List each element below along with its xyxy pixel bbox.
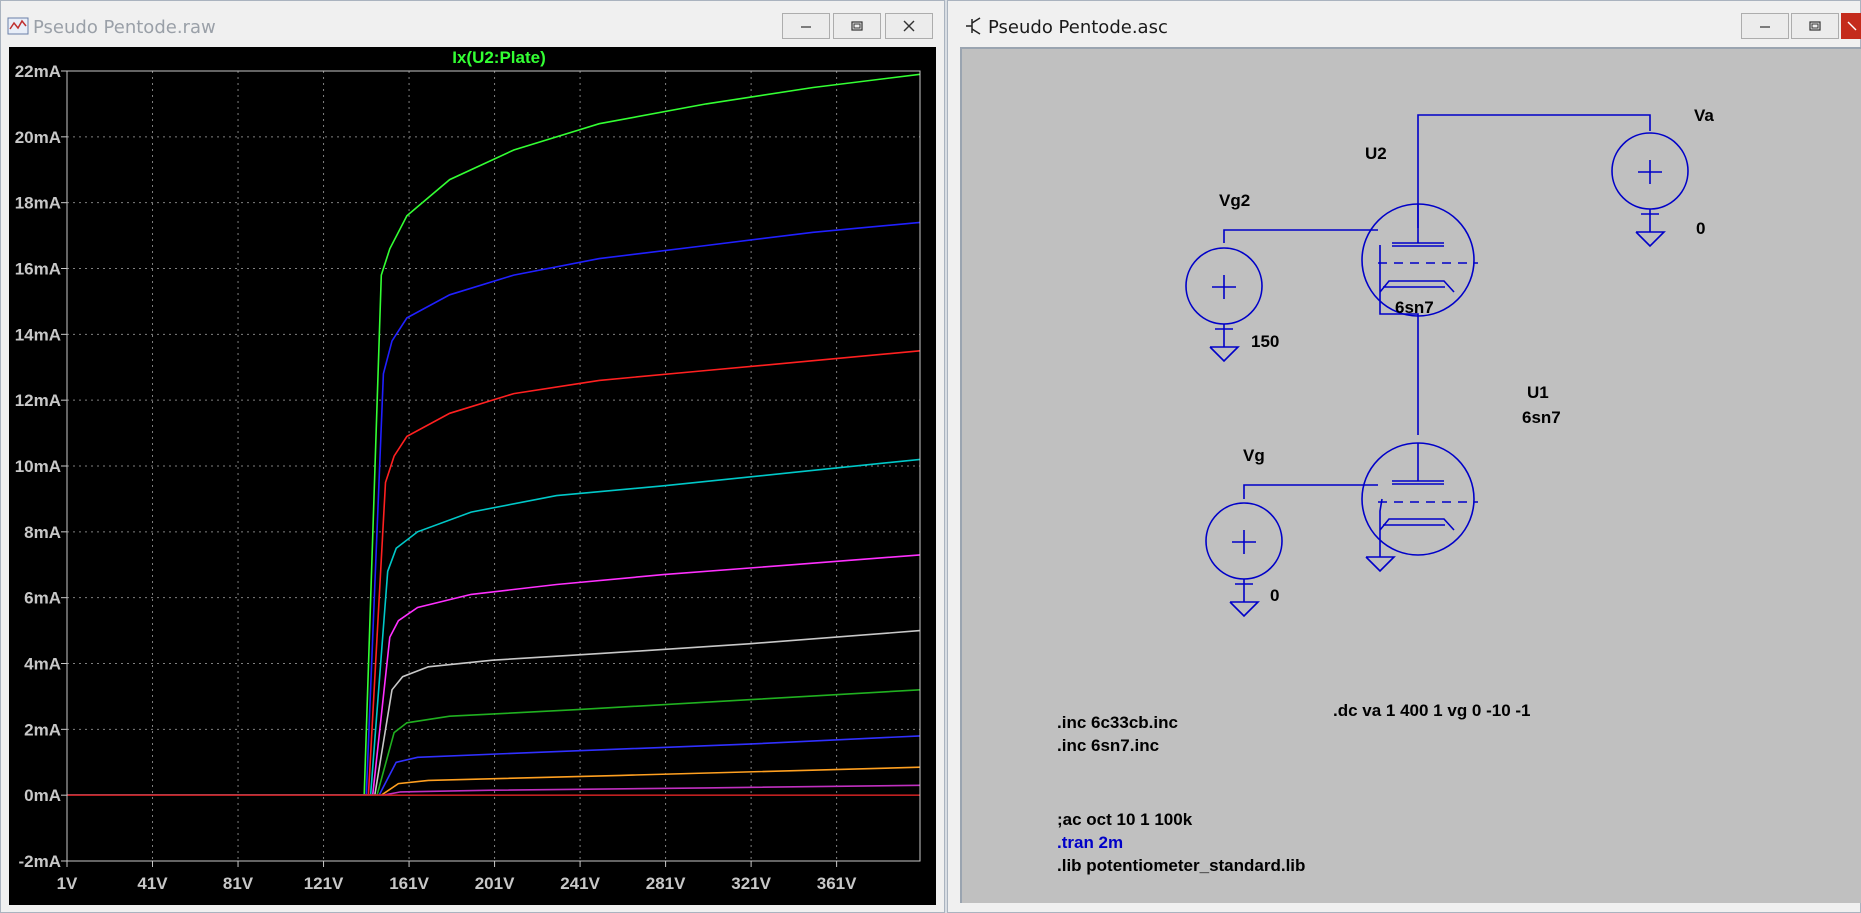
directive-inc-6c33cb[interactable]: .inc 6c33cb.inc bbox=[1057, 713, 1178, 732]
x-tick-label: 161V bbox=[389, 874, 429, 893]
restore-icon bbox=[851, 21, 863, 31]
y-tick-label: 0mA bbox=[24, 786, 61, 805]
wire-grid-vg[interactable] bbox=[1243, 484, 1378, 499]
waveform-window-title: Pseudo Pentode.raw bbox=[33, 17, 216, 38]
x-tick-label: 281V bbox=[646, 874, 686, 893]
waveform-window[interactable]: Pseudo Pentode.raw 1V 41V 81V 121V 161V 201V 2… bbox=[0, 0, 945, 913]
u1-value-label[interactable]: 6sn7 bbox=[1522, 408, 1561, 427]
close-icon bbox=[903, 20, 915, 32]
u2-value-label[interactable]: 6sn7 bbox=[1395, 298, 1434, 317]
series-line-3[interactable] bbox=[67, 458, 921, 797]
schematic-window-title: Pseudo Pentode.asc bbox=[988, 17, 1168, 38]
schematic-canvas[interactable]: U2 6sn7 U1 6sn7 Vg2 150 Vg 0 Va 0 .inc 6… bbox=[960, 47, 1861, 903]
vg-value-label[interactable]: 0 bbox=[1270, 586, 1279, 605]
x-tick-label: 1V bbox=[57, 874, 78, 893]
x-tick-label: 201V bbox=[475, 874, 515, 893]
x-tick-label: 361V bbox=[817, 874, 857, 893]
vg2-ref-label[interactable]: Vg2 bbox=[1219, 191, 1250, 210]
y-tick-label: 2mA bbox=[24, 720, 61, 739]
series-line-8[interactable] bbox=[67, 766, 921, 797]
trace-title[interactable]: Ix(U2:Plate) bbox=[452, 48, 546, 67]
y-tick-label: 20mA bbox=[15, 128, 61, 147]
x-tick-label: 81V bbox=[223, 874, 254, 893]
schematic-drawing[interactable]: U2 6sn7 U1 6sn7 Vg2 150 Vg 0 Va 0 .inc 6… bbox=[962, 49, 1861, 905]
plot-series bbox=[67, 73, 921, 797]
y-tick-label: 22mA bbox=[15, 62, 61, 81]
schematic-maximize-button[interactable] bbox=[1791, 13, 1839, 39]
schematic-titlebar[interactable]: Pseudo Pentode.asc bbox=[948, 1, 1861, 47]
wires bbox=[1223, 114, 1651, 557]
directive-ac-comment[interactable]: ;ac oct 10 1 100k bbox=[1057, 810, 1193, 829]
plot-axes: 1V 41V 81V 121V 161V 201V 241V 281V 321V 361V -2mA… bbox=[15, 62, 921, 893]
x-tick-label: 241V bbox=[560, 874, 600, 893]
wire-grid2-vg2[interactable] bbox=[1223, 229, 1378, 243]
directive-dc-sweep[interactable]: .dc va 1 400 1 vg 0 -10 -1 bbox=[1333, 701, 1531, 720]
series-line-2[interactable] bbox=[67, 350, 921, 797]
directive-inc-6sn7[interactable]: .inc 6sn7.inc bbox=[1057, 736, 1159, 755]
close-button[interactable] bbox=[885, 13, 933, 39]
ground-icon bbox=[1229, 601, 1260, 618]
va-ref-label[interactable]: Va bbox=[1694, 106, 1714, 125]
x-tick-label: 41V bbox=[137, 874, 168, 893]
waveform-plot[interactable]: 1V 41V 81V 121V 161V 201V 241V 281V 321V 361V -2mA… bbox=[9, 47, 936, 905]
schematic-minimize-button[interactable] bbox=[1741, 13, 1789, 39]
series-line-0[interactable] bbox=[67, 73, 921, 797]
ground-icon bbox=[1365, 556, 1396, 573]
y-tick-label: 16mA bbox=[15, 260, 61, 279]
wire-plate-va[interactable] bbox=[1417, 114, 1651, 228]
directive-lib[interactable]: .lib potentiometer_standard.lib bbox=[1057, 856, 1305, 875]
y-tick-label: 18mA bbox=[15, 194, 61, 213]
series-line-4[interactable] bbox=[67, 554, 921, 797]
va-value-label[interactable]: 0 bbox=[1696, 219, 1705, 238]
y-tick-label: 12mA bbox=[15, 391, 61, 410]
u1-ref-label[interactable]: U1 bbox=[1527, 383, 1549, 402]
series-line-9[interactable] bbox=[67, 784, 921, 797]
y-tick-label: 6mA bbox=[24, 589, 61, 608]
directive-tran[interactable]: .tran 2m bbox=[1057, 833, 1123, 852]
schematic-close-button[interactable] bbox=[1841, 13, 1861, 39]
y-tick-label: 10mA bbox=[15, 457, 61, 476]
series-line-1[interactable] bbox=[67, 221, 921, 797]
waveform-app-icon bbox=[7, 17, 29, 35]
x-tick-label: 121V bbox=[304, 874, 344, 893]
voltage-source-va[interactable] bbox=[1611, 132, 1689, 232]
minimize-button[interactable] bbox=[782, 13, 830, 39]
minimize-icon bbox=[1760, 26, 1770, 28]
y-tick-label: 4mA bbox=[24, 655, 61, 674]
close-icon bbox=[1847, 21, 1856, 31]
minimize-icon bbox=[801, 26, 811, 28]
y-tick-label: 14mA bbox=[15, 325, 61, 344]
maximize-button[interactable] bbox=[833, 13, 881, 39]
waveform-plot-pane[interactable]: 1V 41V 81V 121V 161V 201V 241V 281V 321V 361V -2mA… bbox=[9, 47, 936, 905]
u2-ref-label[interactable]: U2 bbox=[1365, 144, 1387, 163]
restore-icon bbox=[1809, 21, 1821, 31]
waveform-titlebar[interactable]: Pseudo Pentode.raw bbox=[1, 1, 944, 47]
schematic-app-icon bbox=[966, 17, 981, 35]
y-tick-label: -2mA bbox=[18, 852, 61, 871]
vg2-value-label[interactable]: 150 bbox=[1251, 332, 1279, 351]
vg-ref-label[interactable]: Vg bbox=[1243, 446, 1265, 465]
ground-icon bbox=[1635, 231, 1666, 248]
schematic-window[interactable]: Pseudo Pentode.asc U2 6sn7 U1 6sn7 Vg2 1… bbox=[947, 0, 1861, 913]
ground-icon bbox=[1209, 346, 1240, 363]
y-tick-label: 8mA bbox=[24, 523, 61, 542]
x-tick-label: 321V bbox=[731, 874, 771, 893]
wire-cathode-u2-plate-u1[interactable] bbox=[1379, 245, 1419, 435]
